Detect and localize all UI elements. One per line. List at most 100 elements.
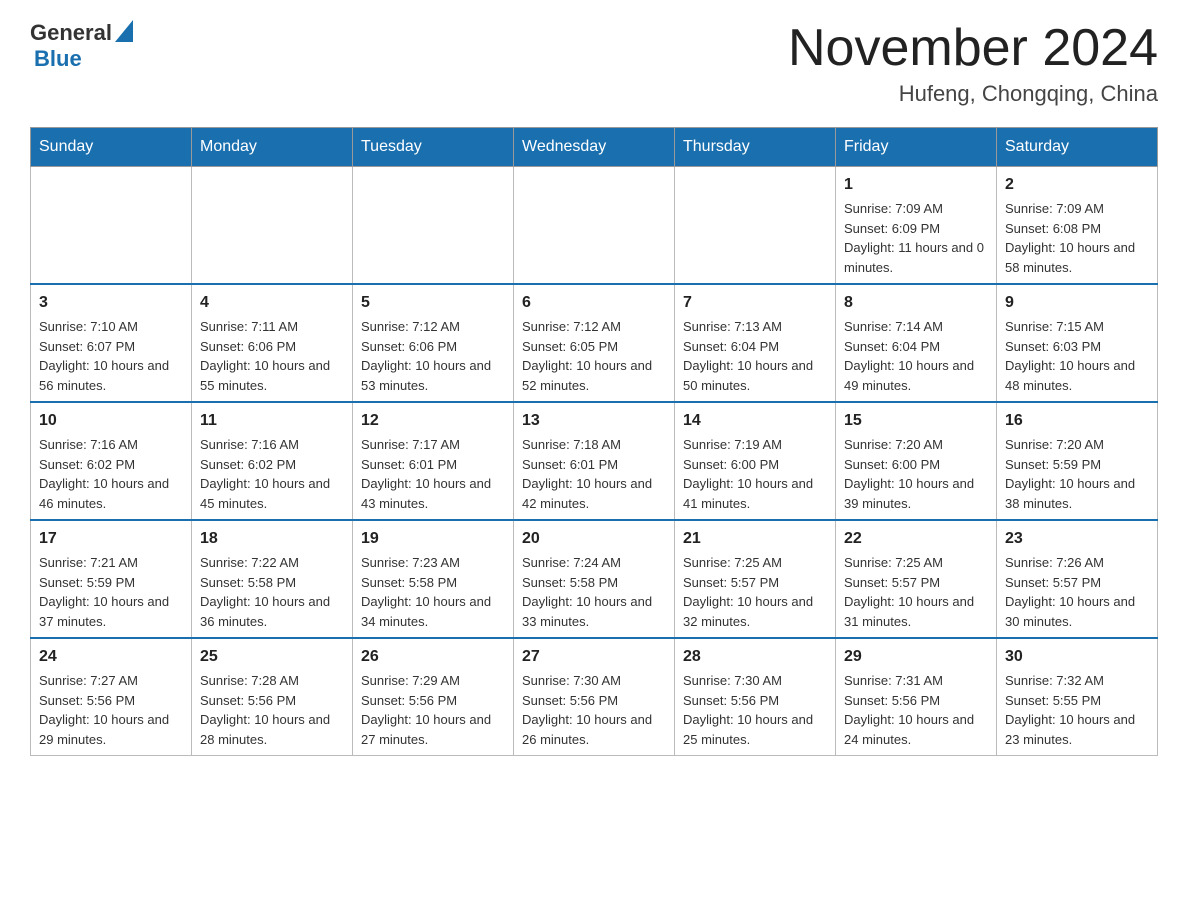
day-number: 10 (39, 409, 183, 433)
day-info: Sunset: 6:05 PM (522, 337, 666, 357)
day-info: Daylight: 10 hours and 43 minutes. (361, 474, 505, 513)
calendar-cell: 13Sunrise: 7:18 AMSunset: 6:01 PMDayligh… (514, 402, 675, 520)
weekday-header-saturday: Saturday (997, 128, 1158, 167)
day-info: Sunrise: 7:31 AM (844, 671, 988, 691)
day-info: Sunrise: 7:30 AM (522, 671, 666, 691)
day-info: Sunset: 6:06 PM (361, 337, 505, 357)
calendar-week-row: 17Sunrise: 7:21 AMSunset: 5:59 PMDayligh… (31, 520, 1158, 638)
calendar-cell (192, 167, 353, 285)
calendar-cell: 9Sunrise: 7:15 AMSunset: 6:03 PMDaylight… (997, 284, 1158, 402)
day-number: 13 (522, 409, 666, 433)
day-info: Daylight: 10 hours and 30 minutes. (1005, 592, 1149, 631)
logo-general-text: General (30, 21, 112, 45)
calendar-cell: 23Sunrise: 7:26 AMSunset: 5:57 PMDayligh… (997, 520, 1158, 638)
day-info: Sunrise: 7:17 AM (361, 435, 505, 455)
day-info: Sunrise: 7:09 AM (1005, 199, 1149, 219)
day-info: Sunset: 5:58 PM (522, 573, 666, 593)
day-info: Daylight: 10 hours and 38 minutes. (1005, 474, 1149, 513)
calendar-week-row: 3Sunrise: 7:10 AMSunset: 6:07 PM Daylight… (31, 284, 1158, 402)
day-number: 4 (200, 291, 344, 315)
day-info: Sunrise: 7:13 AM (683, 317, 827, 337)
day-number: 19 (361, 527, 505, 551)
calendar-cell: 18Sunrise: 7:22 AMSunset: 5:58 PMDayligh… (192, 520, 353, 638)
day-info: Sunset: 6:02 PM (39, 455, 183, 475)
day-info: Sunrise: 7:22 AM (200, 553, 344, 573)
day-info: Daylight: 10 hours and 49 minutes. (844, 356, 988, 395)
day-info: Sunset: 5:58 PM (361, 573, 505, 593)
day-info: Sunrise: 7:29 AM (361, 671, 505, 691)
day-info: Sunrise: 7:16 AM (39, 435, 183, 455)
day-info: Sunset: 5:56 PM (844, 691, 988, 711)
day-info: Sunrise: 7:25 AM (683, 553, 827, 573)
day-info: Sunset: 5:59 PM (1005, 455, 1149, 475)
day-info: Daylight: 10 hours and 34 minutes. (361, 592, 505, 631)
day-number: 25 (200, 645, 344, 669)
day-info: Sunset: 6:04 PM (683, 337, 827, 357)
day-number: 11 (200, 409, 344, 433)
calendar-cell: 20Sunrise: 7:24 AMSunset: 5:58 PMDayligh… (514, 520, 675, 638)
day-number: 30 (1005, 645, 1149, 669)
calendar-cell: 11Sunrise: 7:16 AMSunset: 6:02 PMDayligh… (192, 402, 353, 520)
weekday-header-row: SundayMondayTuesdayWednesdayThursdayFrid… (31, 128, 1158, 167)
day-info: Daylight: 10 hours and 31 minutes. (844, 592, 988, 631)
weekday-header-tuesday: Tuesday (353, 128, 514, 167)
day-info: Sunset: 6:09 PM (844, 219, 988, 239)
day-info: Sunrise: 7:21 AM (39, 553, 183, 573)
location-text: Hufeng, Chongqing, China (788, 81, 1158, 107)
month-title: November 2024 (788, 20, 1158, 77)
calendar-cell: 14Sunrise: 7:19 AMSunset: 6:00 PMDayligh… (675, 402, 836, 520)
day-info: Sunrise: 7:14 AM (844, 317, 988, 337)
day-info: Sunset: 5:57 PM (683, 573, 827, 593)
calendar-cell: 21Sunrise: 7:25 AMSunset: 5:57 PMDayligh… (675, 520, 836, 638)
weekday-header-wednesday: Wednesday (514, 128, 675, 167)
day-info: Sunset: 6:01 PM (522, 455, 666, 475)
day-info: Sunrise: 7:19 AM (683, 435, 827, 455)
day-info: Sunrise: 7:10 AM (39, 317, 183, 337)
day-info: Daylight: 10 hours and 55 minutes. (200, 356, 344, 395)
day-info: Daylight: 10 hours and 42 minutes. (522, 474, 666, 513)
day-info: Sunrise: 7:09 AM (844, 199, 988, 219)
day-info: Sunrise: 7:26 AM (1005, 553, 1149, 573)
calendar-table: SundayMondayTuesdayWednesdayThursdayFrid… (30, 127, 1158, 756)
day-info: Daylight: 10 hours and 36 minutes. (200, 592, 344, 631)
day-info: Sunset: 5:56 PM (39, 691, 183, 711)
logo-blue-text: Blue (30, 47, 133, 71)
day-info: Daylight: 10 hours and 41 minutes. (683, 474, 827, 513)
day-number: 22 (844, 527, 988, 551)
day-info: Sunset: 6:00 PM (683, 455, 827, 475)
weekday-header-sunday: Sunday (31, 128, 192, 167)
day-info: Sunset: 6:07 PM (39, 337, 183, 357)
logo: General Blue (30, 20, 133, 71)
calendar-cell: 16Sunrise: 7:20 AMSunset: 5:59 PMDayligh… (997, 402, 1158, 520)
calendar-cell: 5Sunrise: 7:12 AMSunset: 6:06 PMDaylight… (353, 284, 514, 402)
calendar-cell: 8Sunrise: 7:14 AMSunset: 6:04 PMDaylight… (836, 284, 997, 402)
day-info: Sunset: 6:04 PM (844, 337, 988, 357)
day-number: 3 (39, 291, 183, 315)
calendar-cell (514, 167, 675, 285)
calendar-cell (31, 167, 192, 285)
day-info: Sunset: 5:55 PM (1005, 691, 1149, 711)
calendar-cell: 24Sunrise: 7:27 AMSunset: 5:56 PMDayligh… (31, 638, 192, 756)
calendar-cell: 6Sunrise: 7:12 AMSunset: 6:05 PMDaylight… (514, 284, 675, 402)
day-info: Sunrise: 7:15 AM (1005, 317, 1149, 337)
calendar-cell: 10Sunrise: 7:16 AMSunset: 6:02 PMDayligh… (31, 402, 192, 520)
day-info: Sunset: 5:56 PM (683, 691, 827, 711)
calendar-cell: 25Sunrise: 7:28 AMSunset: 5:56 PMDayligh… (192, 638, 353, 756)
calendar-cell: 26Sunrise: 7:29 AMSunset: 5:56 PMDayligh… (353, 638, 514, 756)
day-info: Sunrise: 7:16 AM (200, 435, 344, 455)
calendar-cell (353, 167, 514, 285)
calendar-cell: 27Sunrise: 7:30 AMSunset: 5:56 PMDayligh… (514, 638, 675, 756)
day-number: 5 (361, 291, 505, 315)
calendar-week-row: 10Sunrise: 7:16 AMSunset: 6:02 PMDayligh… (31, 402, 1158, 520)
day-number: 27 (522, 645, 666, 669)
calendar-cell: 17Sunrise: 7:21 AMSunset: 5:59 PMDayligh… (31, 520, 192, 638)
day-info: Sunrise: 7:20 AM (844, 435, 988, 455)
calendar-cell: 30Sunrise: 7:32 AMSunset: 5:55 PMDayligh… (997, 638, 1158, 756)
day-info: Sunrise: 7:23 AM (361, 553, 505, 573)
day-info: Sunset: 6:01 PM (361, 455, 505, 475)
title-block: November 2024 Hufeng, Chongqing, China (788, 20, 1158, 107)
calendar-cell: 22Sunrise: 7:25 AMSunset: 5:57 PMDayligh… (836, 520, 997, 638)
day-number: 16 (1005, 409, 1149, 433)
day-number: 29 (844, 645, 988, 669)
day-info: Sunrise: 7:12 AM (361, 317, 505, 337)
